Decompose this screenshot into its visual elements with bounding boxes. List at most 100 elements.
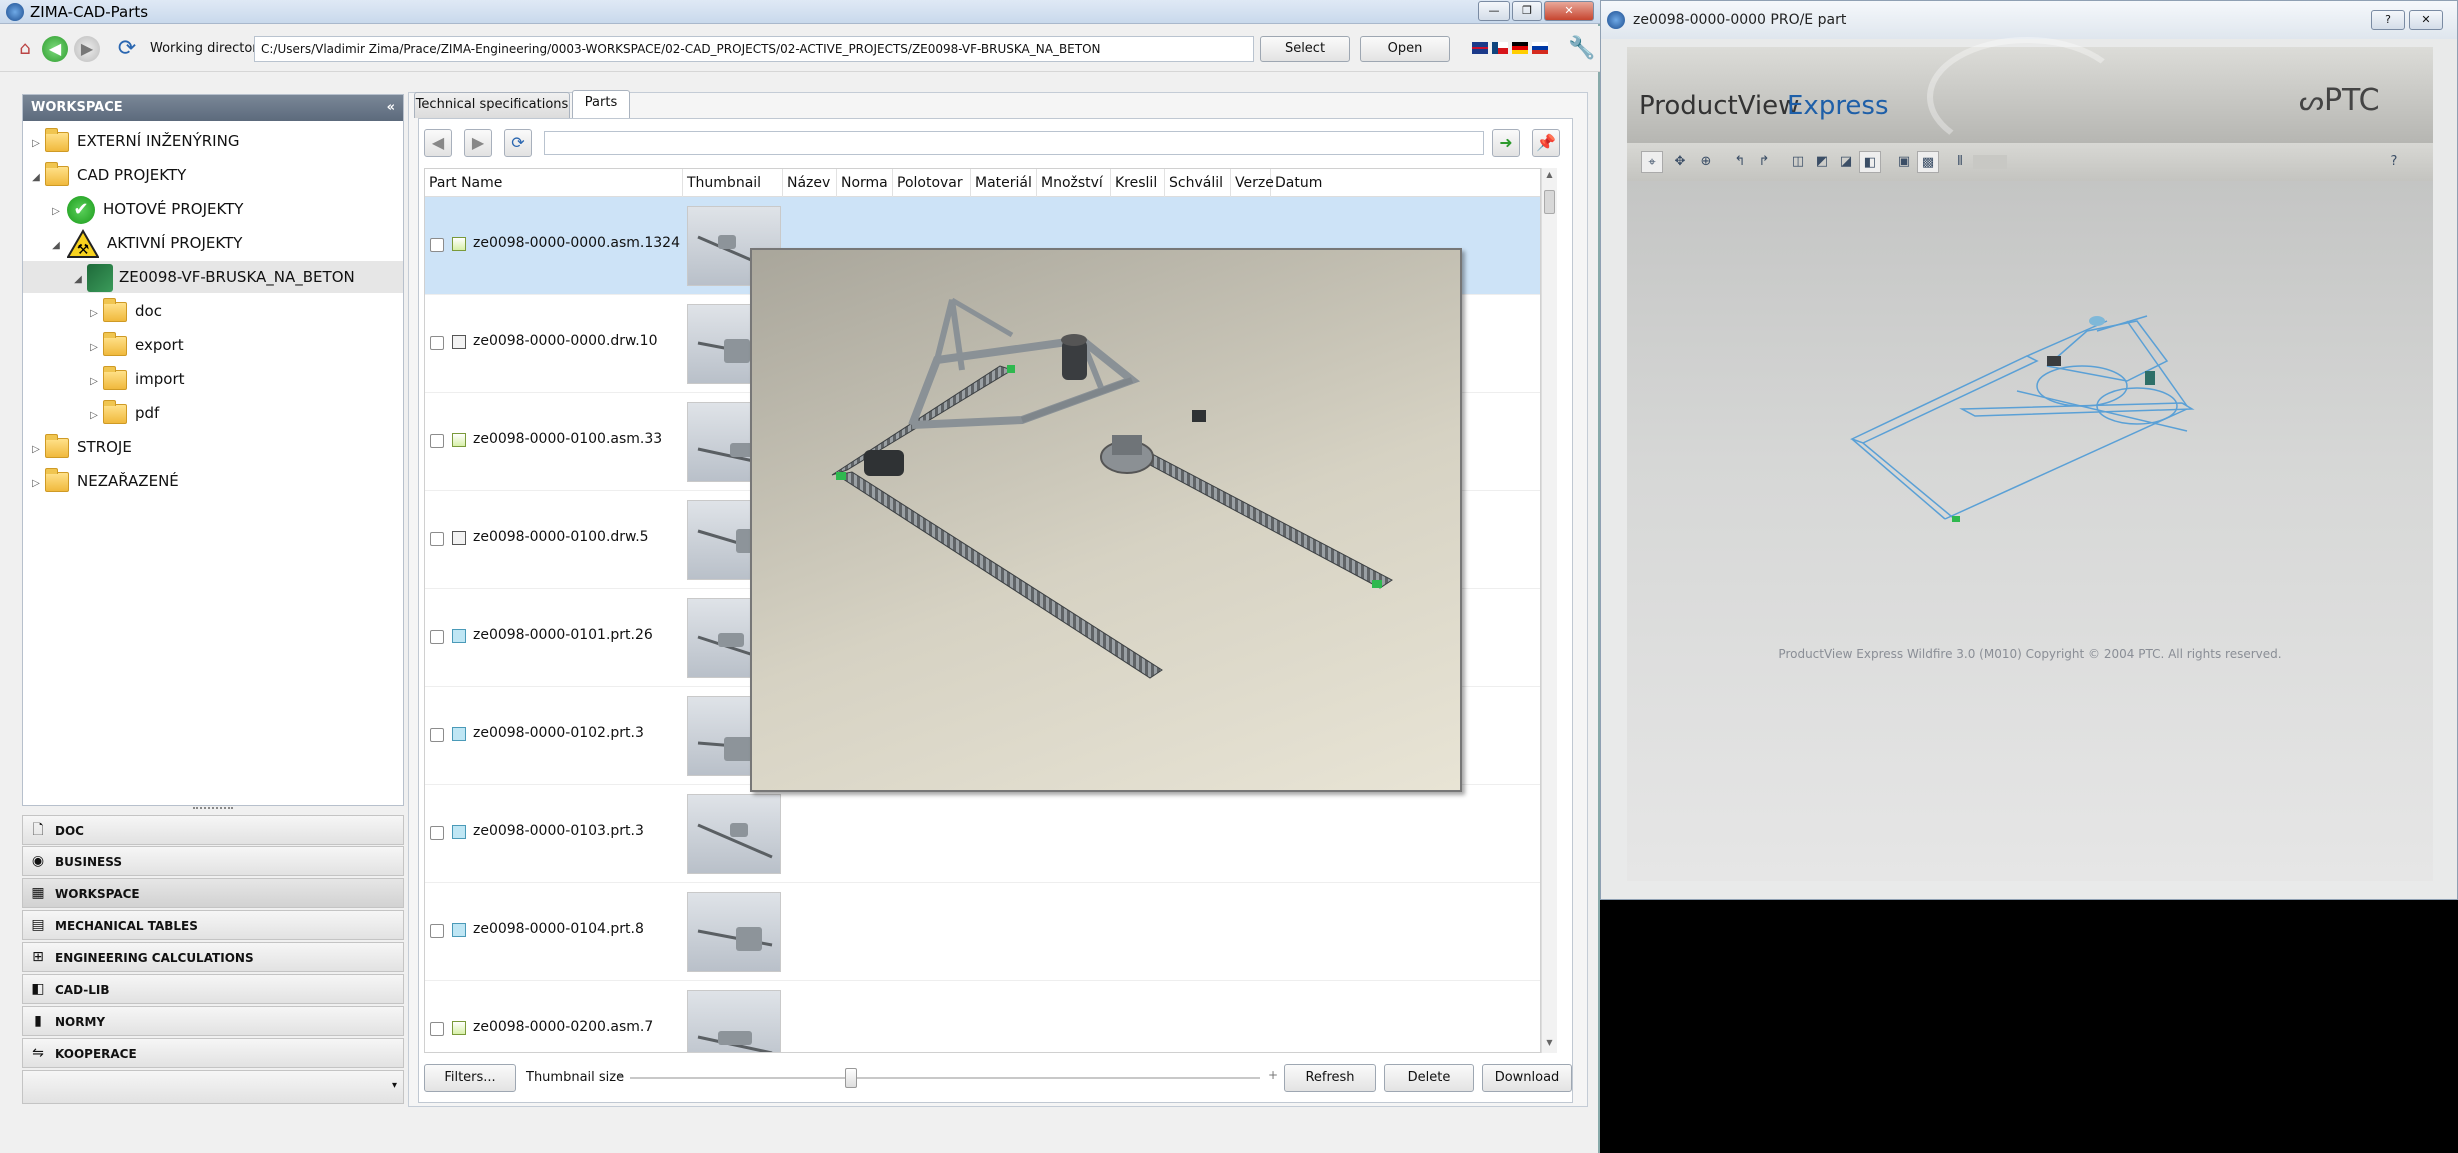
table-row[interactable]: ze0098-0000-0200.asm.7 — [425, 981, 1540, 1052]
col-thumbnail[interactable]: Thumbnail — [683, 169, 783, 197]
working-directory-input[interactable]: C:/Users/Vladimir Zima/Prace/ZIMA-Engine… — [254, 36, 1254, 62]
forward-nav-icon[interactable]: ▶ — [464, 129, 492, 157]
go-arrow-icon[interactable]: ➜ — [1492, 129, 1520, 157]
nav-cad-lib[interactable]: ◧ CAD-LIB — [22, 974, 404, 1004]
view-top-icon[interactable]: ◩ — [1811, 151, 1833, 173]
nav-kooperace[interactable]: ⇋ KOOPERACE — [22, 1038, 404, 1068]
tree-item[interactable]: ▷ import — [87, 363, 185, 395]
minimize-button[interactable]: — — [1478, 1, 1510, 21]
shaded-icon[interactable]: ▩ — [1917, 151, 1939, 173]
viewer-3d-viewport[interactable]: ProductView Express Wildfire 3.0 (M010) … — [1627, 181, 2433, 881]
delete-button[interactable]: Delete — [1384, 1064, 1474, 1092]
row-checkbox[interactable] — [430, 826, 444, 840]
open-button[interactable]: Open — [1360, 36, 1450, 62]
forward-icon[interactable]: ▶ — [74, 36, 100, 62]
col-datum[interactable]: Datum — [1271, 169, 1351, 197]
flag-cz-icon[interactable] — [1492, 42, 1508, 54]
refresh-button[interactable]: Refresh — [1284, 1064, 1376, 1092]
measure-icon[interactable]: ⫴ — [1949, 151, 1971, 173]
path-input[interactable] — [544, 131, 1484, 155]
col-material[interactable]: Materiál — [971, 169, 1037, 197]
pin-icon[interactable]: 📌 — [1532, 129, 1560, 157]
tree-item[interactable]: ▷ doc — [87, 295, 162, 327]
row-checkbox[interactable] — [430, 630, 444, 644]
thumbnail-size-slider[interactable] — [630, 1068, 1260, 1088]
reload-icon[interactable]: ⟳ — [504, 129, 532, 157]
splitter-handle[interactable] — [193, 807, 233, 813]
cadlib-icon: ◧ — [31, 981, 45, 997]
tree-item[interactable]: ▷ export — [87, 329, 184, 361]
nav-doc[interactable]: 🗋 DOC — [22, 815, 404, 845]
tree-item-selected[interactable]: ◢ ZE0098-VF-BRUSKA_NA_BETON — [23, 261, 403, 293]
col-verze[interactable]: Verze — [1231, 169, 1274, 197]
row-checkbox[interactable] — [430, 238, 444, 252]
rotate-tool-icon[interactable]: ↰ — [1729, 151, 1751, 173]
part-thumbnail[interactable] — [687, 892, 781, 972]
back-nav-icon[interactable]: ◀ — [424, 129, 452, 157]
tree-item[interactable]: ◢ CAD PROJEKTY — [29, 159, 186, 191]
nav-overflow[interactable]: ▾ — [22, 1070, 404, 1104]
tree-item[interactable]: ▷ NEZAŘAZENÉ — [29, 465, 179, 497]
table-row[interactable]: ze0098-0000-0103.prt.3 — [425, 785, 1540, 883]
viewer-app-icon — [1607, 11, 1625, 29]
slider-thumb[interactable] — [844, 1068, 857, 1088]
col-mnozstvi[interactable]: Množství — [1037, 169, 1111, 197]
flag-ru-icon[interactable] — [1532, 42, 1548, 54]
row-checkbox[interactable] — [430, 728, 444, 742]
view-front-icon[interactable]: ◫ — [1787, 151, 1809, 173]
row-checkbox[interactable] — [430, 1022, 444, 1036]
view-iso-icon[interactable]: ◧ — [1859, 151, 1881, 173]
flag-en-icon[interactable] — [1472, 42, 1488, 54]
nav-normy[interactable]: ▮ NORMY — [22, 1006, 404, 1036]
tree-item[interactable]: ▷ EXTERNÍ INŽENÝRING — [29, 125, 239, 157]
col-norma[interactable]: Norma — [837, 169, 893, 197]
tree-item[interactable]: ▷ pdf — [87, 397, 159, 429]
select-button[interactable]: Select — [1260, 36, 1350, 62]
table-row[interactable]: ze0098-0000-0104.prt.8 — [425, 883, 1540, 981]
view-side-icon[interactable]: ◪ — [1835, 151, 1857, 173]
refresh-icon[interactable]: ⟳ — [114, 36, 140, 62]
wireframe-icon[interactable]: ▣ — [1893, 151, 1915, 173]
col-kreslil[interactable]: Kreslil — [1111, 169, 1165, 197]
row-checkbox[interactable] — [430, 336, 444, 350]
scrollbar-thumb[interactable] — [1544, 190, 1555, 214]
col-polotovar[interactable]: Polotovar — [893, 169, 971, 197]
viewer-copyright: ProductView Express Wildfire 3.0 (M010) … — [1778, 647, 2282, 661]
pan-tool-icon[interactable]: ✥ — [1669, 151, 1691, 173]
filters-button[interactable]: Filters... — [424, 1064, 516, 1092]
back-icon[interactable]: ◀ — [42, 36, 68, 62]
zoom-tool-icon[interactable]: ⊕ — [1695, 151, 1717, 173]
part-thumbnail[interactable] — [687, 990, 781, 1052]
collapse-icon[interactable]: « — [387, 95, 395, 121]
download-button[interactable]: Download — [1482, 1064, 1572, 1092]
row-checkbox[interactable] — [430, 434, 444, 448]
nav-mechanical-tables[interactable]: ▤ MECHANICAL TABLES — [22, 910, 404, 940]
nav-business[interactable]: ◉ BUSINESS — [22, 846, 404, 876]
brand-swoosh — [1927, 37, 2127, 157]
tree-item[interactable]: ▷ STROJE — [29, 431, 132, 463]
tab-parts[interactable]: Parts — [572, 90, 630, 120]
viewer-help-button[interactable]: ? — [2371, 10, 2405, 30]
color-swatch[interactable] — [1973, 155, 2007, 169]
viewer-close-button[interactable]: ✕ — [2409, 10, 2443, 30]
spin-tool-icon[interactable]: ↱ — [1753, 151, 1775, 173]
nav-workspace[interactable]: ▦ WORKSPACE — [22, 878, 404, 908]
restore-button[interactable]: ❐ — [1512, 1, 1542, 21]
row-checkbox[interactable] — [430, 532, 444, 546]
tree-item[interactable]: ▷ ✔ HOTOVÉ PROJEKTY — [49, 193, 243, 225]
col-schvalil[interactable]: Schválil — [1165, 169, 1231, 197]
home-icon[interactable]: ⌂ — [12, 36, 38, 62]
tab-technical-specifications[interactable]: Technical specifications — [414, 92, 570, 118]
flag-de-icon[interactable] — [1512, 42, 1528, 54]
col-part-name[interactable]: Part Name — [425, 169, 683, 197]
col-nazev[interactable]: Název — [783, 169, 837, 197]
part-thumbnail[interactable] — [687, 794, 781, 874]
settings-wrench-icon[interactable]: 🔧 — [1568, 36, 1595, 61]
nav-engineering-calculations[interactable]: ⊞ ENGINEERING CALCULATIONS — [22, 942, 404, 972]
help-icon[interactable]: ? — [2383, 151, 2405, 173]
row-checkbox[interactable] — [430, 924, 444, 938]
tree-item[interactable]: ◢ ⚒ AKTIVNÍ PROJEKTY — [49, 227, 242, 259]
select-tool-icon[interactable]: ⌖ — [1641, 151, 1663, 173]
table-scrollbar[interactable]: ▲ ▼ — [1541, 168, 1557, 1053]
close-button[interactable]: ✕ — [1544, 1, 1594, 21]
